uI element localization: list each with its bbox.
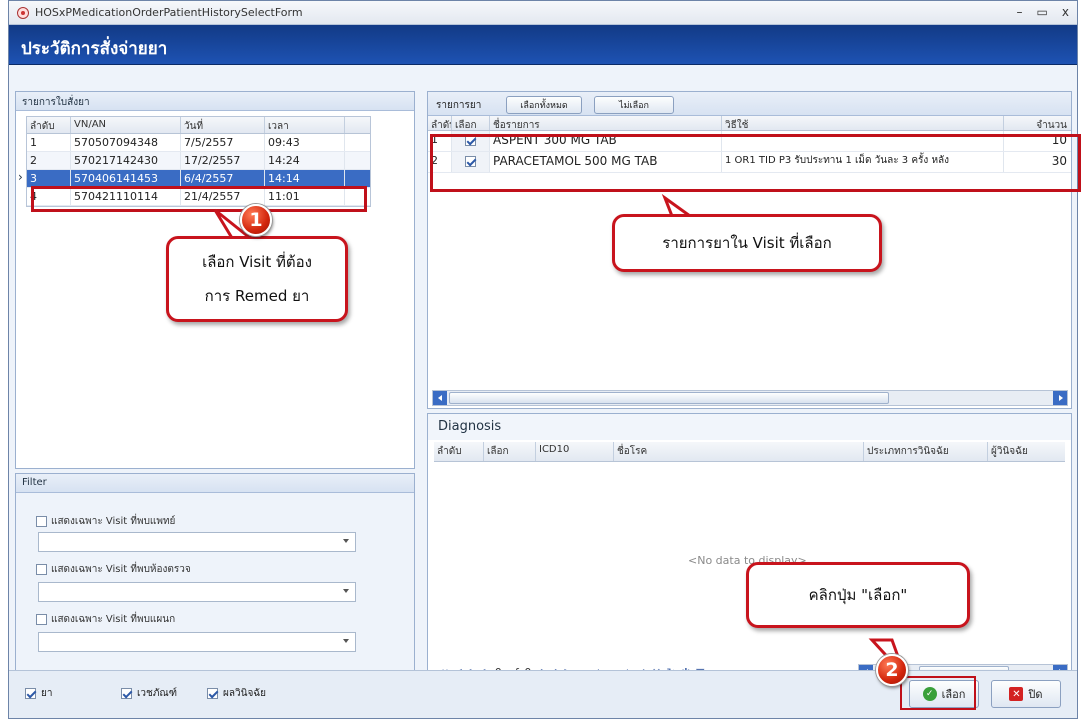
filter-panel: Filter แสดงเฉพาะ Visit ที่พบแพทย์ แสดงเฉ… bbox=[15, 473, 415, 695]
close-icon: ✕ bbox=[1009, 687, 1024, 701]
cell-date: 17/2/2557 bbox=[181, 152, 265, 169]
scroll-left-icon[interactable] bbox=[433, 391, 447, 405]
diagnosis-panel: Diagnosis ลำดับ เลือก ICD10 ชื่อโรค ประเ… bbox=[427, 413, 1072, 695]
cell-date: 7/5/2557 bbox=[181, 134, 265, 151]
filter-title: Filter bbox=[16, 474, 414, 493]
filter-room-option[interactable]: แสดงเฉพาะ Visit ที่พบห้องตรวจ bbox=[36, 562, 191, 577]
include-drugs-label: ยา bbox=[41, 688, 53, 699]
cell-vnan: 570507094348 bbox=[71, 134, 181, 151]
close-window-button[interactable]: x bbox=[1062, 5, 1069, 19]
include-supplies-label: เวชภัณฑ์ bbox=[137, 688, 177, 699]
drugs-grid-header: ลำดับ เลือก ชื่อรายการ วิธีใช้ จำนวน bbox=[428, 116, 1071, 131]
scroll-thumb[interactable] bbox=[449, 392, 889, 404]
drugs-toolbar: รายการยา เลือกทั้งหมด ไม่เลือก bbox=[428, 92, 1071, 116]
col-order[interactable]: ลำดับ bbox=[428, 116, 452, 130]
dropdown-arrow-icon bbox=[343, 539, 349, 543]
cell-time: 14:14 bbox=[265, 170, 345, 187]
col-usage[interactable]: วิธีใช้ bbox=[722, 116, 1004, 130]
cell-time: 14:24 bbox=[265, 152, 345, 169]
cell-order: 3 bbox=[27, 170, 71, 187]
callout-1-line1: เลือก Visit ที่ต้อง bbox=[202, 253, 312, 271]
diagnosis-grid-header: ลำดับ เลือก ICD10 ชื่อโรค ประเภทการวินิจ… bbox=[434, 442, 1065, 462]
filter-dept-checkbox[interactable] bbox=[36, 614, 47, 625]
callout-1-line2: การ Remed ยา bbox=[204, 287, 310, 305]
filter-doctor-label: แสดงเฉพาะ Visit ที่พบแพทย์ bbox=[51, 516, 176, 527]
close-button-label: ปิด bbox=[1028, 688, 1043, 701]
dropdown-arrow-icon bbox=[343, 639, 349, 643]
filter-room-label: แสดงเฉพาะ Visit ที่พบห้องตรวจ bbox=[51, 564, 191, 575]
col-icd10[interactable]: ICD10 bbox=[536, 442, 614, 461]
col-diagnosis-type[interactable]: ประเภทการวินิจฉัย bbox=[864, 442, 988, 461]
select-all-button[interactable]: เลือกทั้งหมด bbox=[506, 96, 582, 114]
callout-select-visit: เลือก Visit ที่ต้อง การ Remed ยา bbox=[166, 236, 348, 322]
deselect-all-button[interactable]: ไม่เลือก bbox=[594, 96, 674, 114]
col-time[interactable]: เวลา bbox=[265, 117, 345, 133]
cell-order: 2 bbox=[27, 152, 71, 169]
highlight-select-button bbox=[900, 676, 976, 710]
table-row[interactable]: 2 570217142430 17/2/2557 14:24 bbox=[27, 152, 370, 170]
include-diagnosis-option[interactable]: ผลวินิจฉัย bbox=[207, 686, 266, 701]
step-1-badge: 1 bbox=[240, 204, 272, 236]
cell-vnan: 570217142430 bbox=[71, 152, 181, 169]
col-order[interactable]: ลำดับ bbox=[434, 442, 484, 461]
cell-time: 09:43 bbox=[265, 134, 345, 151]
minimize-button[interactable]: – bbox=[1017, 5, 1023, 19]
step-2-badge: 2 bbox=[876, 654, 908, 686]
include-supplies-checkbox[interactable] bbox=[121, 688, 132, 699]
dropdown-arrow-icon bbox=[343, 589, 349, 593]
include-diagnosis-label: ผลวินิจฉัย bbox=[223, 688, 266, 699]
drugs-tab-label: รายการยา bbox=[436, 100, 482, 111]
scroll-right-icon[interactable] bbox=[1053, 391, 1067, 405]
drugs-horizontal-scrollbar[interactable] bbox=[432, 390, 1068, 406]
highlight-drug-list bbox=[430, 134, 1081, 192]
window-title: HOSxPMedicationOrderPatientHistorySelect… bbox=[35, 6, 303, 19]
title-bar: HOSxPMedicationOrderPatientHistorySelect… bbox=[9, 1, 1077, 25]
col-vnan[interactable]: VN/AN bbox=[71, 117, 181, 133]
include-drugs-option[interactable]: ยา bbox=[25, 686, 52, 701]
col-qty[interactable]: จำนวน bbox=[1004, 116, 1070, 130]
include-diagnosis-checkbox[interactable] bbox=[207, 688, 218, 699]
col-diagnosed-by[interactable]: ผู้วินิจฉัย bbox=[988, 442, 1060, 461]
diagnosis-title: Diagnosis bbox=[428, 414, 1071, 440]
close-button[interactable]: ✕ ปิด bbox=[991, 680, 1061, 708]
cell-vnan: 570406141453 bbox=[71, 170, 181, 187]
row-indicator-icon: › bbox=[18, 170, 23, 184]
col-select[interactable]: เลือก bbox=[452, 116, 490, 130]
filter-dept-option[interactable]: แสดงเฉพาะ Visit ที่พบแผนก bbox=[36, 612, 175, 627]
filter-doctor-checkbox[interactable] bbox=[36, 516, 47, 527]
cell-order: 1 bbox=[27, 134, 71, 151]
filter-doctor-select[interactable] bbox=[38, 532, 356, 552]
col-order[interactable]: ลำดับ bbox=[27, 117, 71, 133]
filter-dept-select[interactable] bbox=[38, 632, 356, 652]
maximize-button[interactable]: ▭ bbox=[1037, 5, 1048, 19]
filter-dept-label: แสดงเฉพาะ Visit ที่พบแผนก bbox=[51, 614, 176, 625]
cell-date: 6/4/2557 bbox=[181, 170, 265, 187]
filter-room-select[interactable] bbox=[38, 582, 356, 602]
col-drug-name[interactable]: ชื่อรายการ bbox=[490, 116, 722, 130]
page-title: ประวัติการสั่งจ่ายยา bbox=[9, 25, 1077, 65]
table-row[interactable]: 1 570507094348 7/5/2557 09:43 bbox=[27, 134, 370, 152]
orders-grid-header: ลำดับ VN/AN วันที่ เวลา bbox=[27, 117, 370, 134]
orders-panel-title: รายการใบสั่งยา bbox=[16, 92, 414, 111]
col-disease-name[interactable]: ชื่อโรค bbox=[614, 442, 864, 461]
highlight-selected-visit bbox=[31, 186, 367, 212]
filter-room-checkbox[interactable] bbox=[36, 564, 47, 575]
include-drugs-checkbox[interactable] bbox=[25, 688, 36, 699]
include-supplies-option[interactable]: เวชภัณฑ์ bbox=[121, 686, 177, 701]
col-date[interactable]: วันที่ bbox=[181, 117, 265, 133]
col-select[interactable]: เลือก bbox=[484, 442, 536, 461]
filter-doctor-option[interactable]: แสดงเฉพาะ Visit ที่พบแพทย์ bbox=[36, 514, 175, 529]
app-icon bbox=[17, 6, 29, 19]
callout-click-select: คลิกปุ่ม "เลือก" bbox=[746, 562, 970, 628]
callout-drugs-note: รายการยาใน Visit ที่เลือก bbox=[612, 214, 882, 272]
